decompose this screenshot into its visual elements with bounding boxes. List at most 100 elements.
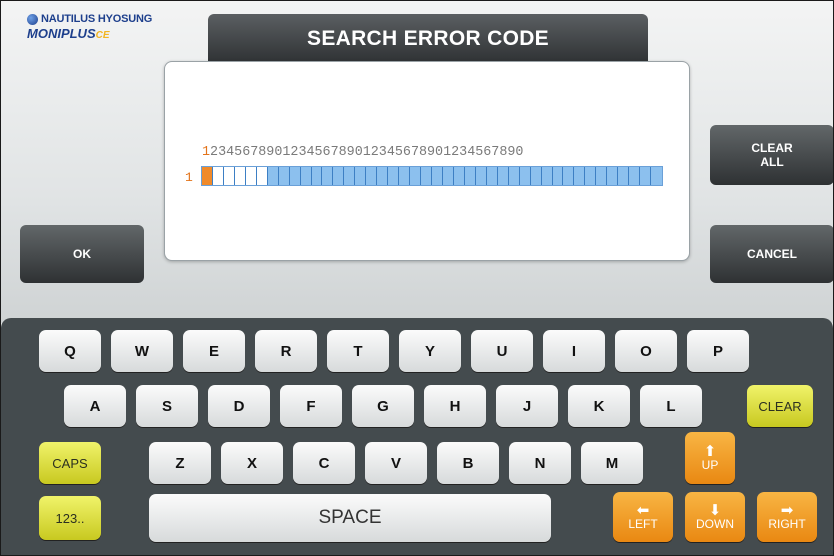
input-cell xyxy=(640,167,652,185)
page-title: SEARCH ERROR CODE xyxy=(208,14,648,66)
input-cell xyxy=(520,167,531,185)
caps-key[interactable]: CAPS xyxy=(39,442,101,484)
key-y[interactable]: Y xyxy=(399,330,461,372)
ok-button[interactable]: OK xyxy=(20,225,144,283)
input-cell xyxy=(596,167,608,185)
key-t[interactable]: T xyxy=(327,330,389,372)
input-cell xyxy=(333,167,345,185)
input-cell xyxy=(487,167,498,185)
column-ruler: 1234567890123456789012345678901234567890 xyxy=(202,145,523,160)
key-l[interactable]: L xyxy=(640,385,702,427)
arrow-down-icon: ⬇ xyxy=(708,502,722,519)
input-cell xyxy=(223,167,235,185)
error-code-input[interactable] xyxy=(201,166,663,186)
key-m[interactable]: M xyxy=(581,442,643,484)
key-o[interactable]: O xyxy=(615,330,677,372)
atm-screen: NAUTILUS HYOSUNG MONIPLUSCE SEARCH ERROR… xyxy=(0,0,834,556)
clear-all-label-line1: CLEAR xyxy=(751,141,793,155)
input-cell xyxy=(531,167,542,185)
clear-key[interactable]: CLEAR xyxy=(747,385,813,427)
input-cell xyxy=(377,167,389,185)
input-cell xyxy=(509,167,520,185)
numeric-key[interactable]: 123.. xyxy=(39,496,101,540)
input-cell xyxy=(268,167,279,185)
down-key-label: DOWN xyxy=(696,517,734,531)
input-cell xyxy=(563,167,575,185)
key-h[interactable]: H xyxy=(424,385,486,427)
arrow-right-icon: ➡ xyxy=(780,502,794,519)
right-key[interactable]: ➡ RIGHT xyxy=(757,492,817,542)
cancel-button[interactable]: CANCEL xyxy=(710,225,833,283)
input-cell xyxy=(388,167,400,185)
input-cell xyxy=(651,167,662,185)
globe-icon xyxy=(27,13,38,25)
clear-all-label-line2: ALL xyxy=(760,155,784,169)
up-key[interactable]: ⬆ UP xyxy=(685,432,735,484)
brand-logo: NAUTILUS HYOSUNG MONIPLUSCE xyxy=(27,13,177,49)
up-key-label: UP xyxy=(701,458,719,472)
input-cell xyxy=(410,167,422,185)
ok-label: OK xyxy=(73,247,91,261)
space-key[interactable]: SPACE xyxy=(149,494,551,542)
entry-panel xyxy=(164,61,690,261)
input-cell xyxy=(618,167,630,185)
ruler-digits: 234567890123456789012345678901234567890 xyxy=(210,145,524,160)
cursor-cell xyxy=(202,167,213,185)
input-cell xyxy=(607,167,619,185)
brand-line1: NAUTILUS HYOSUNG xyxy=(41,13,153,25)
arrow-left-icon: ⬅ xyxy=(636,502,650,519)
key-p[interactable]: P xyxy=(687,330,749,372)
key-u[interactable]: U xyxy=(471,330,533,372)
row-label: 1 xyxy=(185,170,193,185)
key-n[interactable]: N xyxy=(509,442,571,484)
cancel-label: CANCEL xyxy=(747,247,797,261)
input-cell xyxy=(553,167,564,185)
input-cell xyxy=(279,167,290,185)
key-e[interactable]: E xyxy=(183,330,245,372)
input-cell xyxy=(399,167,411,185)
key-z[interactable]: Z xyxy=(149,442,211,484)
input-cell xyxy=(476,167,487,185)
key-r[interactable]: R xyxy=(255,330,317,372)
input-cell xyxy=(366,167,378,185)
key-q[interactable]: Q xyxy=(39,330,101,372)
input-cell xyxy=(585,167,597,185)
input-cell xyxy=(290,167,301,185)
key-i[interactable]: I xyxy=(543,330,605,372)
input-cell xyxy=(454,167,465,185)
input-cell xyxy=(465,167,476,185)
clear-all-button[interactable]: CLEAR ALL xyxy=(710,125,833,185)
left-key[interactable]: ⬅ LEFT xyxy=(613,492,673,542)
down-key[interactable]: ⬇ DOWN xyxy=(685,492,745,542)
input-cell xyxy=(574,167,586,185)
key-j[interactable]: J xyxy=(496,385,558,427)
key-b[interactable]: B xyxy=(437,442,499,484)
key-g[interactable]: G xyxy=(352,385,414,427)
input-cell xyxy=(322,167,334,185)
input-cell xyxy=(629,167,641,185)
input-cell xyxy=(234,167,246,185)
left-key-label: LEFT xyxy=(628,517,658,531)
key-k[interactable]: K xyxy=(568,385,630,427)
input-cell xyxy=(301,167,312,185)
input-cell xyxy=(344,167,356,185)
key-c[interactable]: C xyxy=(293,442,355,484)
brand-line2: MONIPLUS xyxy=(27,26,96,41)
input-cell xyxy=(256,167,268,185)
brand-line2-suffix: CE xyxy=(95,30,110,41)
key-d[interactable]: D xyxy=(208,385,270,427)
input-cell xyxy=(432,167,443,185)
key-f[interactable]: F xyxy=(280,385,342,427)
input-cell xyxy=(443,167,454,185)
arrow-up-icon: ⬆ xyxy=(703,443,717,460)
key-s[interactable]: S xyxy=(136,385,198,427)
input-cell xyxy=(421,167,433,185)
right-key-label: RIGHT xyxy=(768,517,806,531)
ruler-first-digit: 1 xyxy=(202,145,211,160)
key-w[interactable]: W xyxy=(111,330,173,372)
key-a[interactable]: A xyxy=(64,385,126,427)
key-x[interactable]: X xyxy=(221,442,283,484)
key-v[interactable]: V xyxy=(365,442,427,484)
input-cell xyxy=(498,167,509,185)
input-cell xyxy=(212,167,224,185)
